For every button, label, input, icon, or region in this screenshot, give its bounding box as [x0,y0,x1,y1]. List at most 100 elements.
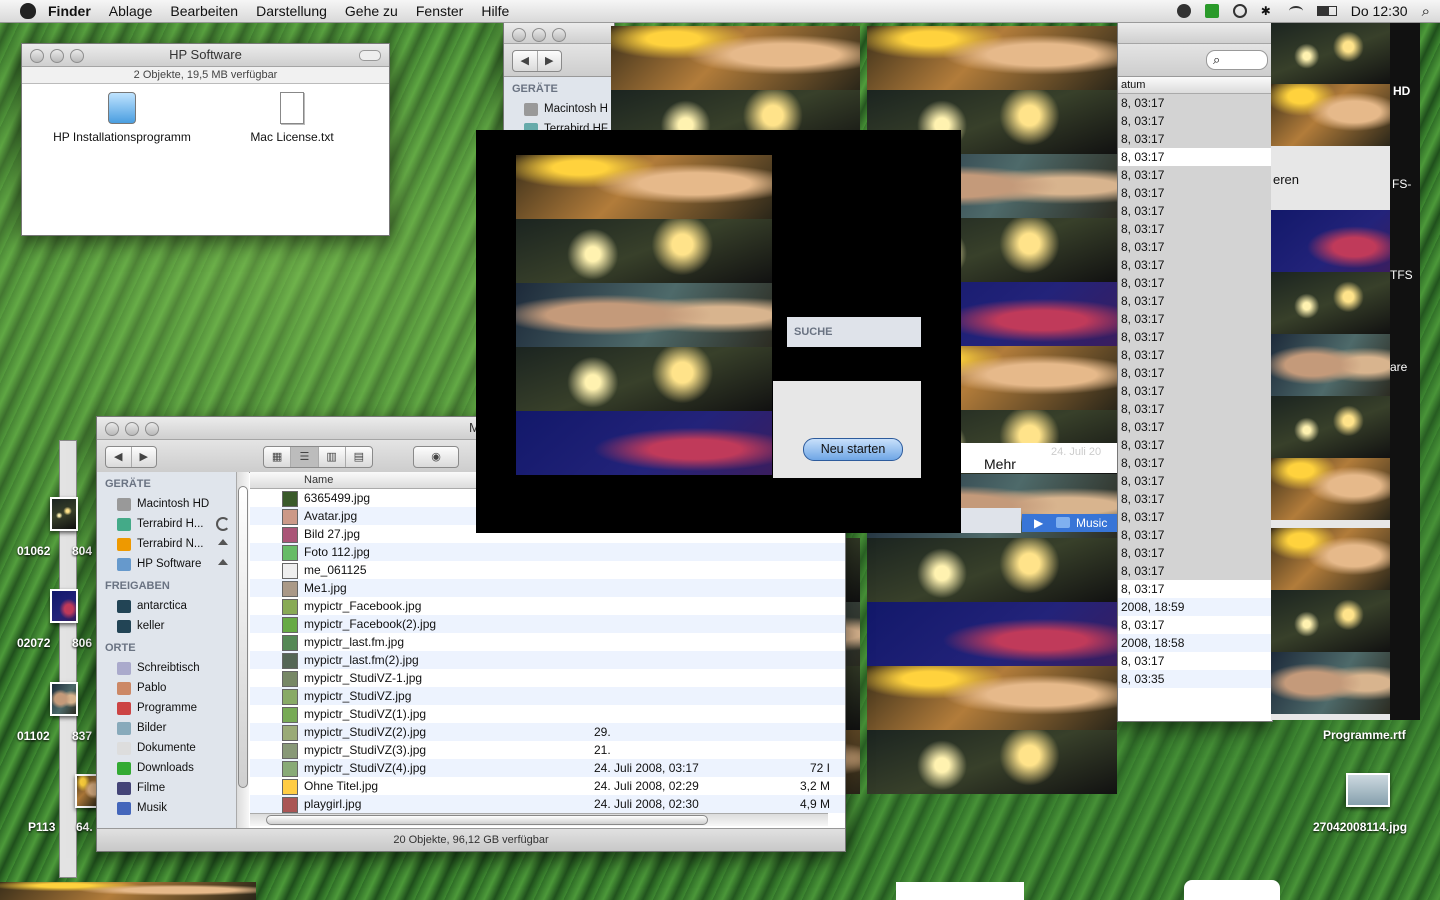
quicklook-button[interactable]: ◉ [413,446,459,468]
close-button[interactable] [30,49,44,63]
desktop-file-label[interactable]: 01102 [17,729,50,743]
view-switcher[interactable]: ▦ ☰ ▥ ▤ [263,446,373,468]
mehr-button[interactable]: Mehr [984,456,1016,472]
bluetooth-icon[interactable]: ✱ [1261,4,1275,18]
table-row[interactable]: mypictr_StudiVZ.jpg [250,687,845,705]
menu-darstellung[interactable]: Darstellung [256,3,327,19]
back-icon[interactable]: ◀ [513,51,538,71]
back-window-titlebar[interactable] [504,23,614,44]
table-row[interactable]: 8, 03:1739 [1118,364,1284,382]
sidebar-item[interactable]: Filme [97,778,236,798]
desktop-file-label[interactable]: 02072 [17,636,50,650]
menu-ablage[interactable]: Ablage [109,3,153,19]
hp-window-titlebar[interactable]: HP Software [22,44,389,67]
table-row[interactable]: 8, 03:353 [1118,670,1278,688]
table-row[interactable]: 8, 03:1710 [1118,94,1284,112]
sidebar-item[interactable]: Programme [97,698,236,718]
table-row[interactable]: 8, 03:1735 [1118,508,1284,526]
table-row[interactable]: 8, 03:1729 [1118,418,1284,436]
table-row[interactable]: 8, 03:1760 [1118,220,1284,238]
sidebar-section-title[interactable]: GERÄTE [97,472,236,494]
sidebar-scrollbar[interactable] [236,472,249,828]
table-row[interactable]: 8, 03:1767 [1118,202,1284,220]
zoom-button[interactable] [70,49,84,63]
desktop-photo-icon[interactable] [50,589,78,623]
table-row[interactable]: mypictr_StudiVZ(3).jpg 21. [250,741,845,759]
battery-icon[interactable] [1316,6,1337,16]
search-field[interactable]: ⌕ [1206,50,1268,70]
table-row[interactable]: 8, 03:1753 [1118,562,1284,580]
desktop-file-label[interactable]: 806 [72,636,92,650]
disclosure-triangle-icon[interactable]: ▶ [1034,514,1043,532]
programme-file-label[interactable]: Programme.rtf [1323,728,1406,742]
table-row[interactable]: 8, 03:1732 [1118,454,1284,472]
table-row[interactable]: 8, 03:1747 [1118,184,1284,202]
desktop-file-label[interactable]: 804 [72,544,92,558]
close-button[interactable] [512,28,526,42]
forward-icon[interactable]: ▶ [132,447,157,467]
sidebar-item[interactable]: Terrabird H... [97,514,236,534]
table-row[interactable]: 8, 03:17 [1118,652,1272,670]
battery-app-icon[interactable] [1204,4,1219,18]
menu-clock[interactable]: Do 12:30 [1351,3,1408,19]
table-row[interactable]: 8, 03:1743 [1118,616,1284,634]
coverflow-view-icon[interactable]: ▤ [346,447,372,467]
table-row[interactable]: 8, 03:1732 [1118,436,1284,454]
eye-icon[interactable]: ◉ [414,447,458,467]
menu-fenster[interactable]: Fenster [416,3,463,19]
table-row[interactable]: me_061125 [250,561,845,579]
sidebar-item[interactable]: Pablo [97,678,236,698]
minimize-button[interactable] [532,28,546,42]
sidebar-section-title[interactable]: ORTE [97,636,236,658]
list-view-icon[interactable]: ☰ [291,447,319,467]
robot-icon[interactable] [1176,4,1191,18]
table-row[interactable]: 8, 03:1734 [1118,526,1284,544]
sidebar-item[interactable]: antarctica [97,596,236,616]
license-file-item[interactable]: Mac License.txt [222,92,362,144]
menu-bearbeiten[interactable]: Bearbeiten [170,3,238,19]
desktop-file-label[interactable]: 01062 [17,544,50,558]
table-row[interactable]: 8, 03:1736 [1118,490,1284,508]
table-row[interactable]: 8, 03:1749 [1118,256,1284,274]
table-row[interactable]: 8, 03:1732 [1118,382,1284,400]
table-row[interactable]: 2008, 18:59 [1118,598,1272,616]
desktop-file-label[interactable]: P113 [28,820,55,834]
table-row[interactable]: 8, 03:1779 [1118,580,1284,598]
spotlight-icon[interactable]: ⌕ [1422,3,1430,20]
back-forward-control[interactable]: ◀ ▶ [105,446,157,468]
desktop-photo-icon[interactable] [50,497,78,531]
table-row[interactable]: 8, 03:1732 [1118,400,1284,418]
desktop-photo-icon[interactable] [50,682,78,716]
sidebar-item[interactable]: Musik [97,798,236,818]
forward-icon[interactable]: ▶ [538,51,562,71]
table-row[interactable]: 8, 03:1725 [1118,310,1284,328]
table-row[interactable]: playgirl.jpg 24. Juli 2008, 02:30 4,9 M [250,795,845,813]
table-row[interactable]: mypictr_StudiVZ-1.jpg [250,669,845,687]
column-view-icon[interactable]: ▥ [319,447,346,467]
back-forward-control[interactable]: ◀ ▶ [512,50,562,72]
close-button[interactable] [105,422,119,436]
desktop-file-label[interactable]: 64. [76,820,93,834]
sidebar-item[interactable]: Macintosh HD [97,494,236,514]
table-row[interactable]: mypictr_Facebook(2).jpg [250,615,845,633]
table-row[interactable]: 8, 03:1746 [1118,472,1284,490]
sidebar-item[interactable]: HP Software [97,554,236,574]
horizontal-scroll-thumb[interactable] [266,815,708,825]
sidebar-section-title[interactable]: FREIGABEN [97,574,236,596]
table-row[interactable]: mypictr_StudiVZ(4).jpg 24. Juli 2008, 03:… [250,759,845,777]
date-column-header[interactable]: atum [1121,79,1145,91]
table-row[interactable]: mypictr_StudiVZ(2).jpg 29. [250,723,845,741]
table-row[interactable]: 8, 03:1743 [1118,346,1284,364]
wifi-icon[interactable] [1288,6,1303,16]
table-row[interactable]: Ohne Titel.jpg 24. Juli 2008, 02:29 3,2 M [250,777,845,795]
eject-icon[interactable] [218,539,228,545]
table-row[interactable]: 8, 03:1754 [1118,544,1284,562]
table-row[interactable]: 2008, 18:58 [1118,634,1272,652]
table-row[interactable]: 8, 03:1742 [1118,328,1284,346]
restart-button[interactable]: Neu starten [803,438,903,461]
menu-hilfe[interactable]: Hilfe [481,3,509,19]
minimize-button[interactable] [125,422,139,436]
table-row[interactable]: mypictr_StudiVZ(1).jpg [250,705,845,723]
music-row[interactable]: ▶ Music [1022,514,1117,532]
table-row[interactable]: mypictr_last.fm(2).jpg [250,651,845,669]
